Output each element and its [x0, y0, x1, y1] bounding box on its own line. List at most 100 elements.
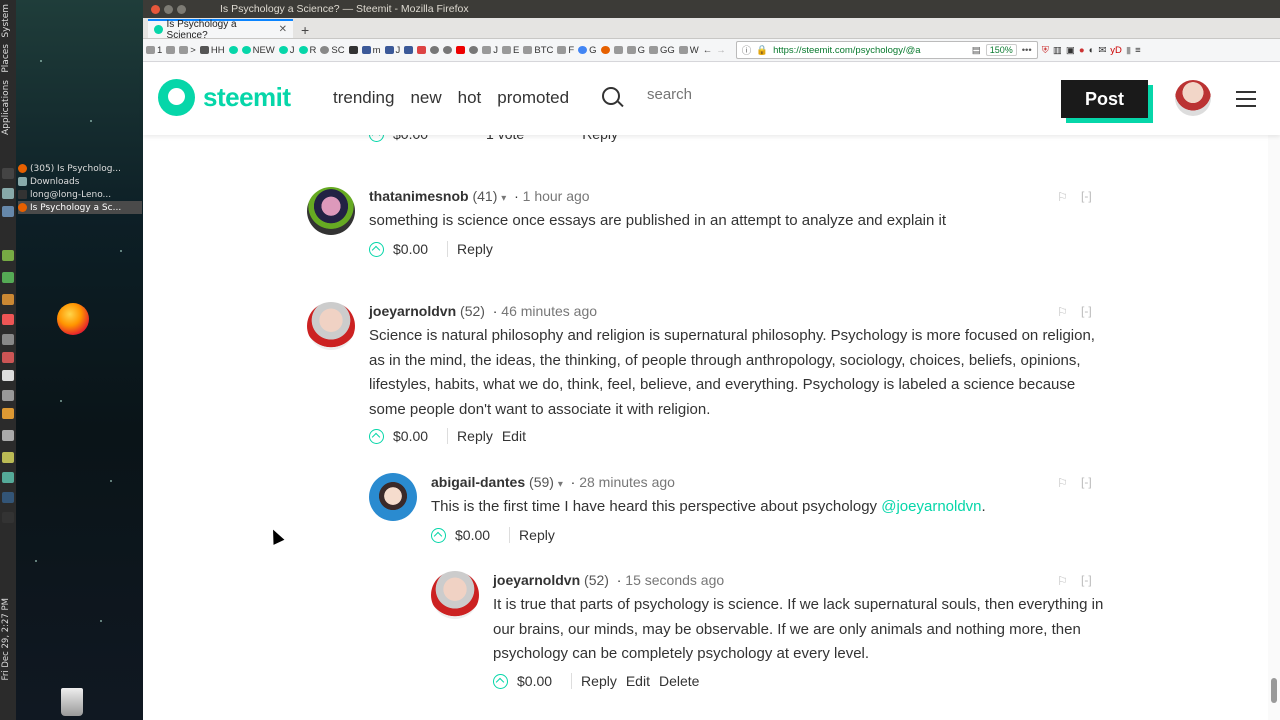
comment-time[interactable]: 46 minutes ago — [501, 303, 597, 319]
edit-link[interactable]: Edit — [502, 428, 526, 444]
panel-applications-label[interactable]: Applications — [1, 80, 11, 135]
bookmark-item[interactable]: 1 — [146, 45, 162, 56]
bookmark-item[interactable]: J — [482, 45, 498, 56]
bookmark-item[interactable]: SC — [320, 45, 345, 56]
bookmark-item[interactable]: G — [578, 45, 597, 56]
nav-hot[interactable]: hot — [458, 88, 482, 108]
avatar[interactable] — [307, 187, 355, 235]
close-window-icon[interactable] — [151, 4, 160, 14]
comment-time[interactable]: 28 minutes ago — [579, 474, 675, 490]
comment-time[interactable]: 1 hour ago — [523, 188, 590, 204]
page-actions-icon[interactable]: ••• — [1022, 45, 1032, 56]
app-icon[interactable] — [2, 408, 14, 419]
bookmark-item[interactable]: J — [278, 45, 295, 56]
flag-icon[interactable]: ⚐ — [1057, 574, 1068, 588]
search-icon[interactable] — [602, 87, 620, 105]
steemit-logo[interactable]: steemit — [158, 79, 291, 116]
reader-view-icon[interactable]: ▤ — [972, 45, 981, 56]
clock[interactable]: Fri Dec 29, 2:27 PM — [1, 598, 11, 680]
user-avatar[interactable] — [1175, 80, 1211, 116]
upvote-icon[interactable] — [431, 527, 446, 543]
mention-link[interactable]: @joeyarnoldvn — [881, 498, 981, 515]
avatar[interactable] — [431, 571, 479, 619]
edit-link[interactable]: Edit — [626, 673, 650, 689]
new-tab-icon[interactable]: + — [293, 22, 317, 38]
flag-icon[interactable]: ⚐ — [1057, 305, 1068, 319]
task-item[interactable]: long@long-Leno... — [18, 188, 142, 201]
sidebar-icon[interactable]: ▣ — [1066, 45, 1075, 56]
reply-link[interactable]: Reply — [519, 527, 555, 543]
search-input[interactable] — [645, 85, 849, 104]
extension-icon[interactable]: ▮ — [1126, 45, 1131, 56]
app-icon[interactable] — [2, 352, 14, 363]
terminal-icon[interactable] — [2, 168, 14, 179]
app-icon[interactable] — [2, 370, 14, 381]
forward-arrow-icon[interactable]: → — [716, 45, 726, 56]
comment-time[interactable]: 15 seconds ago — [625, 572, 724, 588]
app-icon[interactable] — [2, 452, 14, 463]
app-icon[interactable] — [2, 334, 14, 345]
upvote-icon[interactable] — [369, 241, 384, 257]
app-icon[interactable] — [2, 492, 14, 503]
task-item[interactable]: (305) Is Psycholog... — [18, 162, 142, 175]
post-button[interactable]: Post — [1061, 80, 1148, 118]
nav-new[interactable]: new — [410, 88, 441, 108]
files-icon[interactable] — [2, 188, 14, 199]
bookmark-item[interactable] — [456, 46, 466, 54]
upvote-icon[interactable] — [369, 428, 384, 444]
payout[interactable]: $0.00 — [455, 527, 490, 543]
bookmark-item[interactable] — [417, 46, 427, 54]
firefox-launcher-icon[interactable] — [57, 303, 89, 335]
bookmark-item[interactable]: R — [298, 45, 316, 56]
comment-author[interactable]: abigail-dantes — [431, 474, 525, 490]
bookmark-item[interactable] — [469, 46, 479, 54]
extension-icon[interactable]: yD — [1110, 45, 1122, 56]
bookmark-item[interactable] — [443, 46, 453, 54]
info-icon[interactable]: ⓘ — [742, 43, 752, 57]
bookmark-item[interactable]: F — [557, 45, 574, 56]
menu-icon[interactable]: ≡ — [1135, 45, 1141, 56]
reply-link[interactable]: Reply — [457, 241, 493, 257]
bookmark-item[interactable]: G — [626, 45, 645, 56]
bookmark-item[interactable]: HH — [199, 45, 225, 56]
bookmark-item[interactable] — [430, 46, 440, 54]
bookmark-item[interactable] — [348, 46, 358, 54]
window-icon[interactable] — [2, 206, 14, 217]
panel-places-label[interactable]: Places — [1, 44, 11, 73]
bookmark-item[interactable]: m — [361, 45, 381, 56]
hamburger-menu-icon[interactable] — [1236, 91, 1256, 112]
app-icon[interactable] — [2, 314, 14, 325]
payout[interactable]: $0.00 — [517, 673, 552, 689]
extension-icon[interactable]: ✉ — [1098, 45, 1106, 56]
comment-author[interactable]: joeyarnoldvn — [493, 572, 580, 588]
browser-tab[interactable]: Is Psychology a Science? ✕ — [148, 19, 293, 41]
bookmark-item[interactable]: > — [179, 45, 196, 56]
reply-link[interactable]: Reply — [457, 428, 493, 444]
bookmark-item[interactable]: W — [678, 45, 699, 56]
bookmark-item[interactable]: NEW — [241, 45, 275, 56]
app-icon[interactable] — [2, 430, 14, 441]
comment-author[interactable]: joeyarnoldvn — [369, 303, 456, 319]
task-item[interactable]: Downloads — [18, 175, 142, 188]
collapse-toggle[interactable]: [-] — [1081, 304, 1092, 318]
delete-link[interactable]: Delete — [659, 673, 699, 689]
task-item[interactable]: Is Psychology a Sc... — [18, 201, 142, 214]
upvote-icon[interactable] — [493, 673, 508, 689]
library-icon[interactable]: ▥ — [1053, 45, 1062, 56]
reply-link[interactable]: Reply — [581, 673, 617, 689]
nav-promoted[interactable]: promoted — [497, 88, 569, 108]
collapse-toggle[interactable]: [-] — [1081, 189, 1092, 203]
extension-icon[interactable]: ● — [1079, 45, 1085, 56]
bookmark-item[interactable]: E — [502, 45, 519, 56]
close-tab-icon[interactable]: ✕ — [279, 24, 287, 35]
bookmark-item[interactable]: J — [384, 45, 400, 56]
chevron-down-icon[interactable]: ▾ — [501, 193, 506, 204]
panel-system-label[interactable]: System — [1, 4, 11, 38]
url-bar[interactable]: ⓘ 🔒 https://steemit.com/psychology/@a ▤ … — [735, 41, 1038, 59]
bookmark-item[interactable] — [404, 46, 414, 54]
maximize-window-icon[interactable] — [177, 4, 186, 14]
back-arrow-icon[interactable]: ← — [703, 45, 713, 56]
bookmark-item[interactable] — [600, 46, 610, 54]
scrollbar[interactable] — [1268, 63, 1280, 720]
extension-icon[interactable]: ◐ — [1089, 45, 1095, 56]
